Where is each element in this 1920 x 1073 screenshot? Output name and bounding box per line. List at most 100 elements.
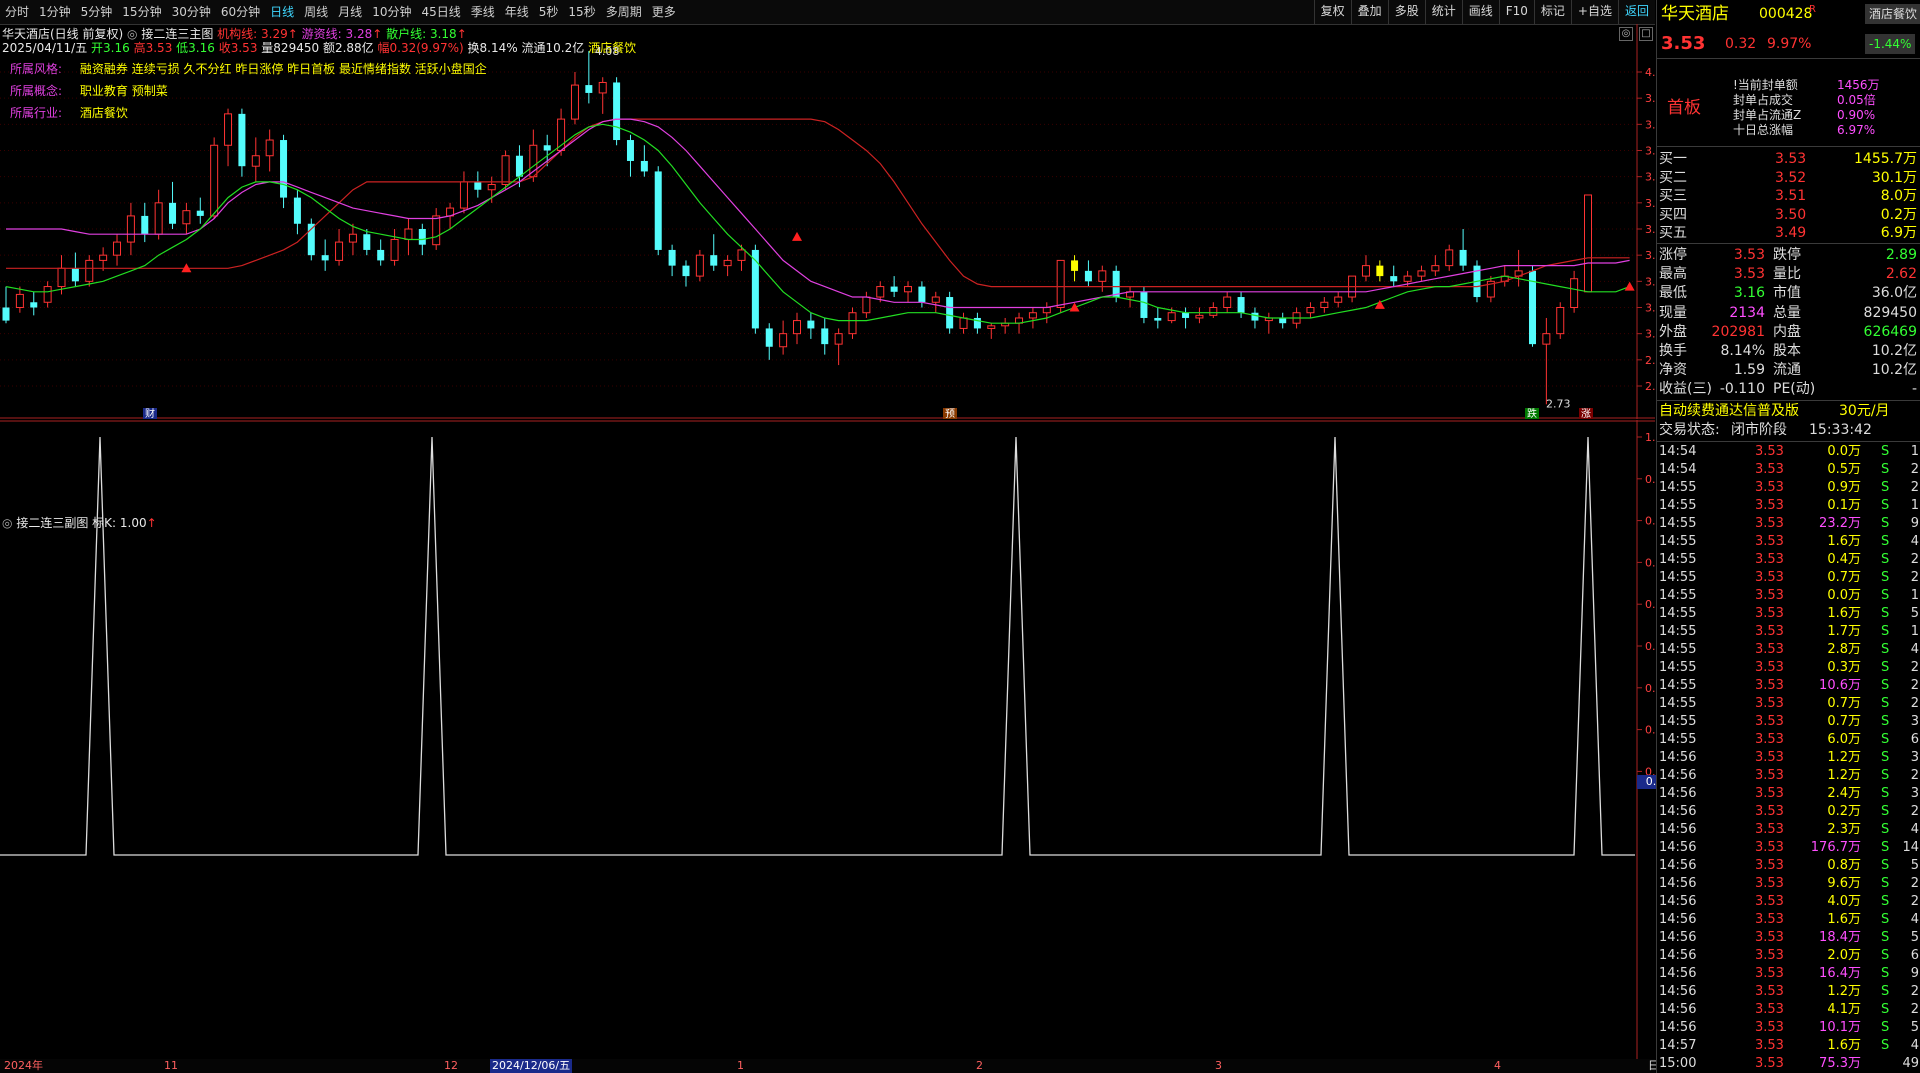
industry-badge[interactable]: 酒店餐饮 [1865,4,1920,24]
tick-row[interactable]: 14:56 3.53 1.6万 S 4 [1657,911,1920,929]
candle-body [210,144,219,217]
bid-label: 买三 [1659,188,1687,204]
period-tab[interactable]: 日线 [265,0,299,24]
tick-row[interactable]: 14:55 3.53 0.7万 S 2 [1657,569,1920,587]
series-line [6,118,1630,288]
tick-row[interactable]: 14:56 3.53 18.4万 S 5 [1657,929,1920,947]
tick-row[interactable]: 14:56 3.53 9.6万 S 2 [1657,875,1920,893]
tick-time: 15:00 [1659,1056,1697,1071]
tick-count: 2 [1910,1002,1919,1017]
tick-row[interactable]: 14:56 3.53 2.4万 S 3 [1657,785,1920,803]
tick-side: S [1881,912,1890,927]
toolbar-button[interactable]: 画线 [1461,0,1499,24]
toolbar-button[interactable]: 叠加 [1350,0,1388,24]
toolbar-button[interactable]: 多股 [1387,0,1425,24]
period-tab[interactable]: 5分钟 [76,0,118,24]
tick-row[interactable]: 14:55 3.53 1.6万 S 5 [1657,605,1920,623]
tick-row[interactable]: 14:55 3.53 0.4万 S 2 [1657,551,1920,569]
tick-row[interactable]: 14:55 3.53 1.7万 S 1 [1657,623,1920,641]
period-tab[interactable]: 年线 [500,0,534,24]
tick-row[interactable]: 14:56 3.53 16.4万 S 9 [1657,965,1920,983]
period-tab[interactable]: 10分钟 [367,0,416,24]
candle-body [959,317,968,329]
tick-row[interactable]: 14:57 3.53 1.6万 S 4 [1657,1037,1920,1055]
candle-body [570,84,579,120]
tick-volume: 4.0万 [1827,894,1861,909]
tick-row[interactable]: 14:56 3.53 4.0万 S 2 [1657,893,1920,911]
tick-row[interactable]: 14:54 3.53 0.0万 S 1 [1657,443,1920,461]
event-marker[interactable]: 涨 [1581,408,1591,419]
period-tab[interactable]: 季线 [466,0,500,24]
tick-row[interactable]: 14:55 3.53 1.6万 S 4 [1657,533,1920,551]
tick-row[interactable]: 14:55 3.53 0.1万 S 1 [1657,497,1920,515]
price-tick-label: 3.90 [1645,92,1655,105]
tick-row[interactable]: 14:56 3.53 1.2万 S 2 [1657,983,1920,1001]
tick-row[interactable]: 14:56 3.53 1.2万 S 3 [1657,749,1920,767]
period-tab[interactable]: 15分钟 [117,0,166,24]
event-marker[interactable]: 预 [945,408,955,419]
candle-body [834,333,843,345]
toolbar-button[interactable]: +自选 [1570,0,1618,24]
tick-row[interactable]: 14:56 3.53 0.2万 S 2 [1657,803,1920,821]
period-tab[interactable]: 5秒 [534,0,564,24]
period-tab[interactable]: 多周期 [601,0,647,24]
promo-price[interactable]: 30元/月 [1839,402,1890,421]
tick-row[interactable]: 14:55 3.53 0.7万 S 2 [1657,695,1920,713]
sub-tick-label: 0.50 [1645,640,1655,653]
period-tab[interactable]: 周线 [299,0,333,24]
main-kline-chart[interactable]: 4.00 3.90 3.80 3.70 3.60 3.50 3.40 3.30 3.20 3.10… [0,24,1655,419]
tick-row[interactable]: 14:55 3.53 0.3万 S 2 [1657,659,1920,677]
tick-volume: 2.4万 [1827,786,1861,801]
tick-row[interactable]: 14:56 3.53 4.1万 S 2 [1657,1001,1920,1019]
tick-time: 14:56 [1659,768,1697,783]
tick-row[interactable]: 14:56 3.53 0.8万 S 5 [1657,857,1920,875]
tick-row[interactable]: 14:55 3.53 2.8万 S 4 [1657,641,1920,659]
tick-row[interactable]: 14:56 3.53 2.0万 S 6 [1657,947,1920,965]
tick-time: 14:55 [1659,570,1697,585]
tick-row[interactable]: 14:56 3.53 176.7万 S 14 [1657,839,1920,857]
sub-indicator-chart[interactable]: 1.000.900.800.700.600.500.400.300.20 [0,420,1655,1060]
candle-body [904,286,913,293]
tick-count: 3 [1910,750,1919,765]
tick-time: 14:55 [1659,714,1697,729]
divider [1657,58,1920,59]
tick-row[interactable]: 14:55 3.53 10.6万 S 2 [1657,677,1920,695]
period-tab[interactable]: 1分钟 [34,0,76,24]
settings-icon[interactable]: ◎ [2,516,12,530]
tick-row[interactable]: 14:55 3.53 0.0万 S 1 [1657,587,1920,605]
toolbar-button[interactable]: F10 [1498,0,1534,24]
tick-row[interactable]: 14:55 3.53 0.7万 S 3 [1657,713,1920,731]
tick-price: 3.53 [1755,732,1784,747]
period-tab[interactable]: 月线 [333,0,367,24]
sub-chart-title[interactable]: 接二连三副图 [16,516,88,530]
tick-row[interactable]: 14:56 3.53 1.2万 S 2 [1657,767,1920,785]
toolbar-button[interactable]: 标记 [1533,0,1571,24]
period-tab[interactable]: 45日线 [416,0,465,24]
tick-time: 14:55 [1659,732,1697,747]
tick-count: 2 [1910,804,1919,819]
tick-row[interactable]: 14:55 3.53 0.9万 S 2 [1657,479,1920,497]
sub-chart-header: ◎ 接二连三副图 标K: 1.00↑ [2,516,157,530]
tick-price: 3.53 [1755,624,1784,639]
promo-row[interactable]: 自动续费通达信普及版 30元/月 [1657,402,1920,421]
candle-body [779,333,788,348]
tick-price: 3.53 [1755,804,1784,819]
period-tab[interactable]: 30分钟 [167,0,216,24]
toolbar-button[interactable]: 复权 [1313,0,1351,24]
promo-text[interactable]: 自动续费通达信普及版 [1659,402,1799,421]
period-tab[interactable]: 60分钟 [216,0,265,24]
toolbar-button[interactable]: 返回 [1617,0,1655,24]
tick-row[interactable]: 14:54 3.53 0.5万 S 2 [1657,461,1920,479]
period-tab[interactable]: 更多 [647,0,681,24]
event-marker[interactable]: 跌 [1527,407,1537,419]
tick-row[interactable]: 14:56 3.53 2.3万 S 4 [1657,821,1920,839]
period-tab[interactable]: 分时 [0,0,34,24]
period-tab[interactable]: 15秒 [563,0,600,24]
bid-label: 买一 [1659,151,1687,167]
toolbar-button[interactable]: 统计 [1424,0,1462,24]
tick-row[interactable]: 14:55 3.53 6.0万 S 6 [1657,731,1920,749]
tick-row[interactable]: 14:55 3.53 23.2万 S 9 [1657,515,1920,533]
tick-row[interactable]: 15:00 3.53 75.3万 49 [1657,1055,1920,1073]
event-marker[interactable]: 财 [145,407,155,419]
tick-row[interactable]: 14:56 3.53 10.1万 S 5 [1657,1019,1920,1037]
